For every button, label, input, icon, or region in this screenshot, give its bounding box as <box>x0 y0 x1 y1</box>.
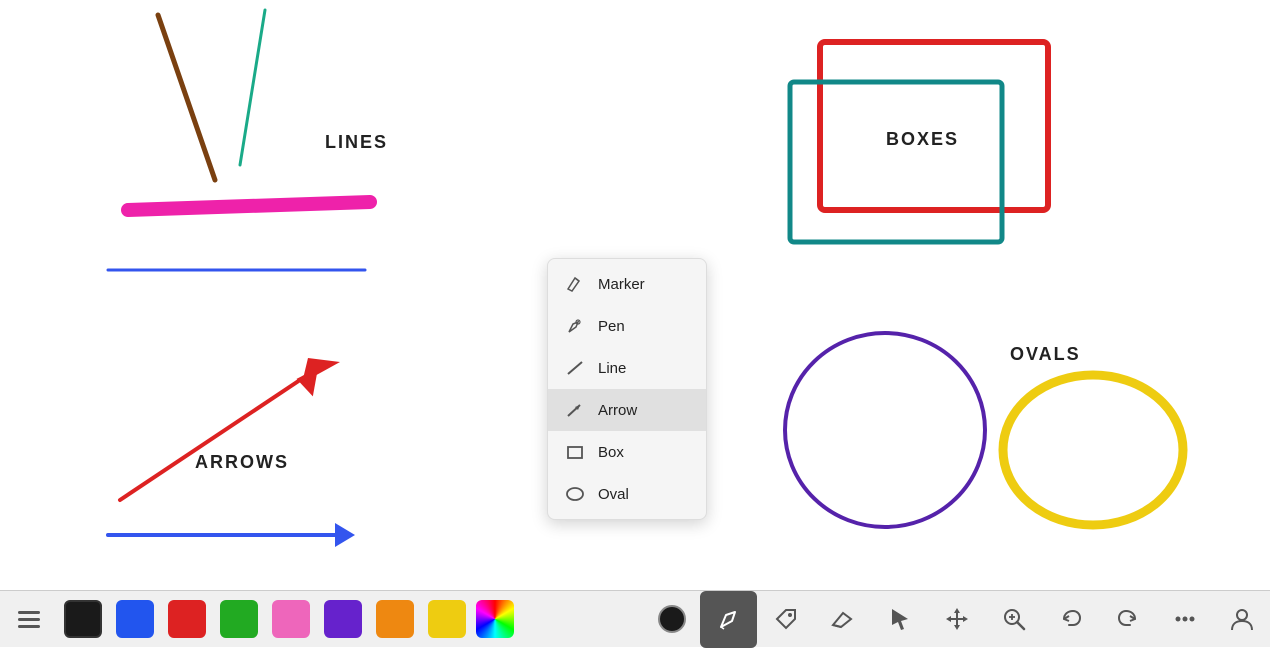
oval-icon <box>564 483 586 505</box>
menu-item-pen[interactable]: Pen <box>548 305 706 347</box>
boxes-label: BOXES <box>886 129 959 149</box>
ovals-label: OVALS <box>1010 344 1081 364</box>
eraser-icon <box>829 605 857 633</box>
arrow-icon <box>564 399 586 421</box>
color-dot-button[interactable] <box>643 591 700 648</box>
menu-item-box-label: Box <box>598 444 624 461</box>
pen-active-icon <box>715 605 743 633</box>
menu-item-marker[interactable]: Marker <box>548 263 706 305</box>
undo-icon <box>1057 605 1085 633</box>
marker-icon <box>564 273 586 295</box>
box-icon <box>564 441 586 463</box>
toolbar <box>0 590 1270 647</box>
move-icon <box>943 605 971 633</box>
line-icon <box>564 357 586 379</box>
hamburger-icon <box>15 605 43 633</box>
select-tool-button[interactable] <box>871 591 928 648</box>
hamburger-button[interactable] <box>0 591 57 648</box>
red-color-swatch[interactable] <box>164 600 210 638</box>
canvas-area[interactable]: LINES ARROWS BOXES OVALS <box>0 0 1270 590</box>
zoom-tool-button[interactable] <box>985 591 1042 648</box>
multicolor-swatch[interactable] <box>476 600 514 638</box>
more-button[interactable] <box>1156 591 1213 648</box>
menu-item-oval-label: Oval <box>598 486 629 503</box>
tool-dropdown-menu: Marker Pen Line <box>547 258 707 520</box>
menu-item-line[interactable]: Line <box>548 347 706 389</box>
redo-button[interactable] <box>1099 591 1156 648</box>
orange-color-swatch[interactable] <box>372 600 418 638</box>
green-color-swatch[interactable] <box>216 600 262 638</box>
menu-item-arrow[interactable]: Arrow <box>548 389 706 431</box>
menu-item-oval[interactable]: Oval <box>548 473 706 515</box>
eraser-tool-button[interactable] <box>814 591 871 648</box>
arrows-label: ARROWS <box>195 452 289 472</box>
menu-item-box[interactable]: Box <box>548 431 706 473</box>
select-icon <box>886 605 914 633</box>
black-color-swatch[interactable] <box>60 600 106 638</box>
redo-icon <box>1114 605 1142 633</box>
purple-color-swatch[interactable] <box>320 600 366 638</box>
menu-item-line-label: Line <box>598 360 626 377</box>
menu-item-marker-label: Marker <box>598 276 645 293</box>
pink-color-swatch[interactable] <box>268 600 314 638</box>
zoom-icon <box>1000 605 1028 633</box>
user-icon <box>1228 605 1256 633</box>
blue-color-swatch[interactable] <box>112 600 158 638</box>
undo-button[interactable] <box>1042 591 1099 648</box>
move-tool-button[interactable] <box>928 591 985 648</box>
user-button[interactable] <box>1213 591 1270 648</box>
menu-item-arrow-label: Arrow <box>598 402 637 419</box>
menu-item-pen-label: Pen <box>598 318 625 335</box>
pen-tool-button[interactable] <box>700 591 757 648</box>
more-icon <box>1171 605 1199 633</box>
label-icon <box>772 605 800 633</box>
yellow-color-swatch[interactable] <box>424 600 470 638</box>
pen-icon <box>564 315 586 337</box>
lines-label: LINES <box>325 132 388 152</box>
label-tool-button[interactable] <box>757 591 814 648</box>
